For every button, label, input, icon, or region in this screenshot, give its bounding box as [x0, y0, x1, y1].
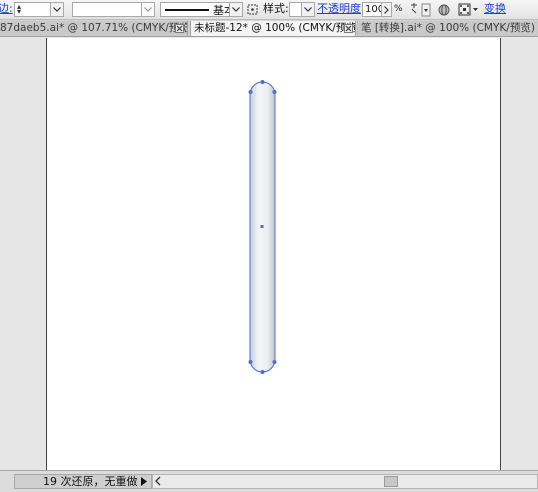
- tab-label: 笔 [转换].ai* @ 100% (CMYK/预览): [361, 22, 535, 34]
- opacity-slider-button[interactable]: [381, 2, 392, 17]
- opacity-link[interactable]: 不透明度: [317, 0, 361, 18]
- document-tab-bar: 87daeb5.ai* @ 107.71% (CMYK/预览) 未标题-12* …: [0, 20, 538, 37]
- status-bar: 19 次还原，无重做: [0, 470, 538, 492]
- chevron-down-icon: [304, 7, 312, 12]
- tab-label: 87daeb5.ai* @ 107.71% (CMYK/预览): [0, 22, 188, 34]
- horizontal-scrollbar[interactable]: [152, 474, 538, 489]
- anchor-point[interactable]: [260, 370, 265, 374]
- reference-point-icon: [458, 3, 478, 16]
- anchor-point[interactable]: [248, 360, 253, 364]
- chevron-down-icon: [144, 7, 152, 12]
- anchor-point[interactable]: [260, 80, 265, 84]
- globe-icon: [438, 4, 450, 15]
- opacity-unit: %: [394, 4, 403, 14]
- history-status[interactable]: 19 次还原，无重做: [14, 474, 152, 489]
- chevron-down-icon: [232, 7, 240, 12]
- chevron-down-icon: [53, 7, 61, 12]
- stroke-line-icon: [165, 8, 209, 11]
- play-arrow-icon[interactable]: [141, 477, 147, 486]
- recolor-artwork-button[interactable]: [245, 1, 259, 18]
- scrollbar-thumb[interactable]: [384, 476, 398, 487]
- align-options-button[interactable]: [408, 1, 432, 18]
- stroke-weight-dropdown[interactable]: [50, 2, 64, 17]
- graphic-style-dropdown[interactable]: [301, 2, 315, 17]
- reference-point-button[interactable]: [458, 1, 480, 18]
- stepper-icon[interactable]: ▴ ▾: [17, 3, 21, 16]
- transform-link[interactable]: 变换: [484, 0, 506, 18]
- close-icon[interactable]: [344, 24, 353, 33]
- globe-button[interactable]: [437, 1, 451, 18]
- canvas-area[interactable]: [0, 38, 538, 470]
- tab-document-1[interactable]: 87daeb5.ai* @ 107.71% (CMYK/预览): [0, 21, 188, 36]
- anchor-point[interactable]: [272, 90, 277, 94]
- control-bar: 边: ▴ ▾ 基本 样式: 不透明度 100 % 变换: [0, 0, 538, 20]
- close-icon[interactable]: [175, 24, 184, 33]
- anchor-point[interactable]: [272, 360, 277, 364]
- grid-dots-icon: [247, 4, 257, 15]
- stroke-weight-link[interactable]: 边:: [0, 0, 13, 18]
- style-label: 样式:: [263, 2, 289, 15]
- tab-label: 未标题-12* @ 100% (CMYK/预览): [194, 22, 356, 34]
- brush-dropdown[interactable]: [229, 2, 243, 17]
- anchor-point[interactable]: [248, 90, 253, 94]
- sparkle-cursor-icon: [411, 2, 431, 16]
- center-point[interactable]: [260, 225, 264, 228]
- artboard[interactable]: [46, 38, 501, 470]
- artwork-layer: [248, 80, 277, 374]
- tab-document-2[interactable]: 未标题-12* @ 100% (CMYK/预览): [190, 21, 356, 36]
- variable-width-dropdown[interactable]: [141, 2, 155, 17]
- scroll-left-arrow-icon[interactable]: [154, 476, 161, 486]
- tab-document-3[interactable]: 笔 [转换].ai* @ 100% (CMYK/预览): [357, 21, 538, 36]
- chevron-right-icon: [384, 5, 389, 14]
